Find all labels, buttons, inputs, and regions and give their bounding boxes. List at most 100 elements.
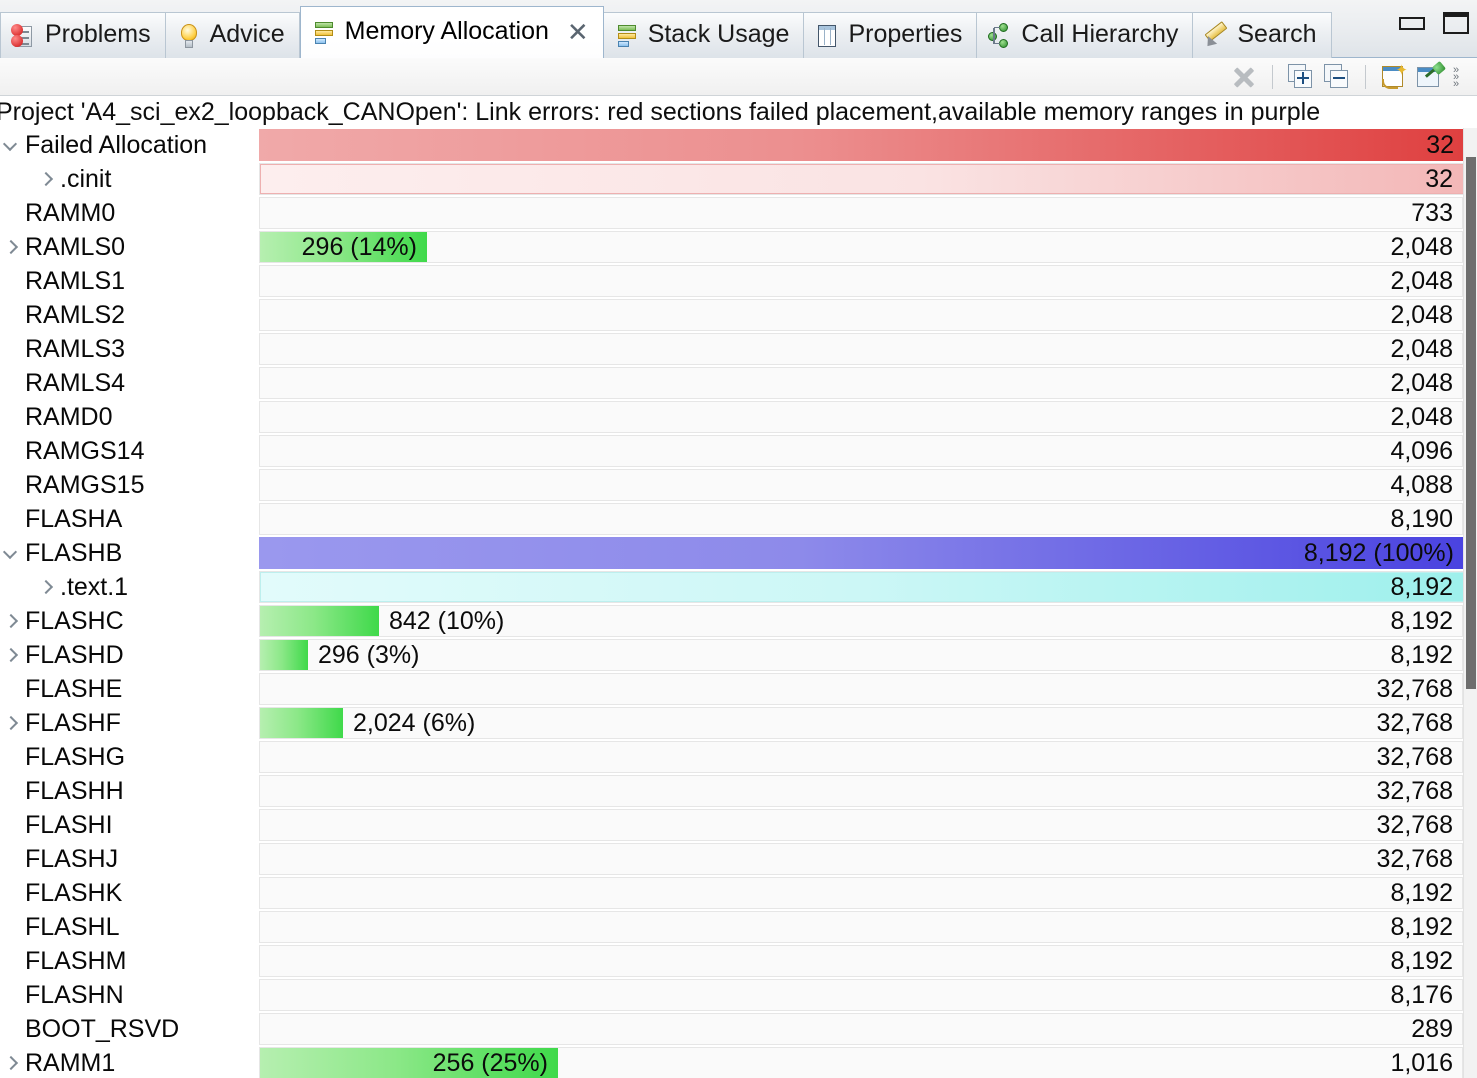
tree-item-ramgs14[interactable]: RAMGS14 xyxy=(0,434,258,468)
chevron-right-icon[interactable] xyxy=(0,604,22,638)
tab-advice[interactable]: Advice xyxy=(165,12,300,58)
pin-view-button[interactable] xyxy=(1415,60,1447,92)
tree-item-boot-rsvd[interactable]: BOOT_RSVD xyxy=(0,1012,258,1046)
usage-bar xyxy=(259,537,1463,569)
tree-item-ramgs15[interactable]: RAMGS15 xyxy=(0,468,258,502)
clear-button[interactable] xyxy=(1229,62,1259,92)
chevron-right-icon[interactable] xyxy=(0,1046,22,1078)
minimize-icon[interactable] xyxy=(1399,16,1425,30)
usage-cell: 2,048 xyxy=(259,367,1463,399)
table-row[interactable]: FLASHE 32,768 xyxy=(0,672,1463,706)
maximize-icon[interactable] xyxy=(1443,12,1469,34)
tree-item-failed-allocation[interactable]: Failed Allocation xyxy=(0,128,258,162)
table-row[interactable]: .cinit 32 xyxy=(0,162,1463,196)
table-row[interactable]: FLASHM 8,192 xyxy=(0,944,1463,978)
region-size-value: 32,768 xyxy=(1376,742,1453,771)
close-icon[interactable]: ✕ xyxy=(567,19,589,47)
tree-item-label: RAMM0 xyxy=(25,198,116,227)
table-row[interactable]: FLASHN 8,176 xyxy=(0,978,1463,1012)
tree-item-ramls4[interactable]: RAMLS4 xyxy=(0,366,258,400)
table-row[interactable]: FLASHB 8,192 (100%) xyxy=(0,536,1463,570)
tree-item-flashm[interactable]: FLASHM xyxy=(0,944,258,978)
table-row[interactable]: RAMLS2 2,048 xyxy=(0,298,1463,332)
table-row[interactable]: FLASHD 8,192 296 (3%) xyxy=(0,638,1463,672)
table-row[interactable]: BOOT_RSVD 289 xyxy=(0,1012,1463,1046)
view-menu-button[interactable]: » » » xyxy=(1451,62,1467,92)
tree-item-flashb[interactable]: FLASHB xyxy=(0,536,258,570)
chevron-down-icon[interactable] xyxy=(0,536,22,570)
tree-item--text-1[interactable]: .text.1 xyxy=(0,570,258,604)
tab-properties[interactable]: Properties xyxy=(804,12,978,58)
table-row[interactable]: RAMLS3 2,048 xyxy=(0,332,1463,366)
tree-item--cinit[interactable]: .cinit xyxy=(0,162,258,196)
tree-item-ramls2[interactable]: RAMLS2 xyxy=(0,298,258,332)
chevron-down-icon[interactable] xyxy=(0,128,22,162)
call-hierarchy-icon xyxy=(987,22,1013,49)
table-row[interactable]: .text.1 8,192 xyxy=(0,570,1463,604)
tree-item-flashi[interactable]: FLASHI xyxy=(0,808,258,842)
tree-item-flashn[interactable]: FLASHN xyxy=(0,978,258,1012)
tab-memory-allocation[interactable]: Memory Allocation ✕ xyxy=(299,6,604,58)
tree-item-flashd[interactable]: FLASHD xyxy=(0,638,258,672)
tree-item-flasha[interactable]: FLASHA xyxy=(0,502,258,536)
tree-item-flashj[interactable]: FLASHJ xyxy=(0,842,258,876)
table-row[interactable]: FLASHI 32,768 xyxy=(0,808,1463,842)
tree-item-flashg[interactable]: FLASHG xyxy=(0,740,258,774)
table-row[interactable]: RAMGS14 4,096 xyxy=(0,434,1463,468)
tab-stack-usage[interactable]: Stack Usage xyxy=(603,12,805,58)
tree-item-flashl[interactable]: FLASHL xyxy=(0,910,258,944)
tree-item-flashh[interactable]: FLASHH xyxy=(0,774,258,808)
table-row[interactable]: RAMGS15 4,088 xyxy=(0,468,1463,502)
table-row[interactable]: FLASHK 8,192 xyxy=(0,876,1463,910)
tree-item-flashe[interactable]: FLASHE xyxy=(0,672,258,706)
tab-call-hierarchy[interactable]: Call Hierarchy xyxy=(977,12,1194,58)
minus-icon xyxy=(1333,77,1345,79)
tree-item-ramls0[interactable]: RAMLS0 xyxy=(0,230,258,264)
chevron-right-icon[interactable] xyxy=(35,162,57,196)
table-row[interactable]: FLASHG 32,768 xyxy=(0,740,1463,774)
table-row[interactable]: RAMLS1 2,048 xyxy=(0,264,1463,298)
region-size-value: 733 xyxy=(1411,198,1453,227)
tab-search[interactable]: Search xyxy=(1193,12,1332,58)
twisty-placeholder-icon xyxy=(0,196,22,230)
table-row[interactable]: FLASHJ 32,768 xyxy=(0,842,1463,876)
tree-item-flashf[interactable]: FLASHF xyxy=(0,706,258,740)
chevron-right-icon[interactable] xyxy=(0,638,22,672)
view-toolbar: ✦ » » » xyxy=(0,58,1477,96)
tree-item-flashc[interactable]: FLASHC xyxy=(0,604,258,638)
table-row[interactable]: FLASHF 32,768 2,024 (6%) xyxy=(0,706,1463,740)
table-row[interactable]: RAMLS0 2,048 296 (14%) xyxy=(0,230,1463,264)
table-row[interactable]: RAMLS4 2,048 xyxy=(0,366,1463,400)
vertical-scrollbar[interactable] xyxy=(1463,128,1477,1078)
tree-item-ramm0[interactable]: RAMM0 xyxy=(0,196,258,230)
table-row[interactable]: Failed Allocation 32 xyxy=(0,128,1463,162)
table-row[interactable]: FLASHL 8,192 xyxy=(0,910,1463,944)
tab-label: Memory Allocation xyxy=(344,17,549,45)
table-row[interactable]: RAMD0 2,048 xyxy=(0,400,1463,434)
twisty-placeholder-icon xyxy=(0,842,22,876)
tree-item-ramm1[interactable]: RAMM1 xyxy=(0,1046,258,1078)
twisty-placeholder-icon xyxy=(0,468,22,502)
expand-all-button[interactable] xyxy=(1286,62,1316,92)
region-size-value: 32,768 xyxy=(1376,708,1453,737)
tree-item-ramd0[interactable]: RAMD0 xyxy=(0,400,258,434)
tree-item-flashk[interactable]: FLASHK xyxy=(0,876,258,910)
chevron-right-icon[interactable] xyxy=(0,230,22,264)
vertical-scrollbar-thumb[interactable] xyxy=(1466,157,1476,689)
collapse-all-button[interactable] xyxy=(1322,62,1352,92)
tab-problems[interactable]: Problems xyxy=(0,12,166,58)
tree-item-ramls1[interactable]: RAMLS1 xyxy=(0,264,258,298)
new-view-button[interactable]: ✦ xyxy=(1379,62,1409,92)
tab-label: Advice xyxy=(209,20,285,48)
tree-item-ramls3[interactable]: RAMLS3 xyxy=(0,332,258,366)
chevron-right-icon[interactable] xyxy=(0,706,22,740)
table-row[interactable]: FLASHA 8,190 xyxy=(0,502,1463,536)
memory-allocation-tree[interactable]: Failed Allocation 32 .cinit 32 RAMM0 733 RAMLS… xyxy=(0,128,1463,1078)
chevron-right-icon[interactable] xyxy=(35,570,57,604)
table-row[interactable]: FLASHC 8,192 842 (10%) xyxy=(0,604,1463,638)
table-row[interactable]: FLASHH 32,768 xyxy=(0,774,1463,808)
usage-cell: 8,190 xyxy=(259,503,1463,535)
table-row[interactable]: RAMM1 1,016 256 (25%) xyxy=(0,1046,1463,1078)
memory-stripes-icon xyxy=(614,23,640,49)
table-row[interactable]: RAMM0 733 xyxy=(0,196,1463,230)
